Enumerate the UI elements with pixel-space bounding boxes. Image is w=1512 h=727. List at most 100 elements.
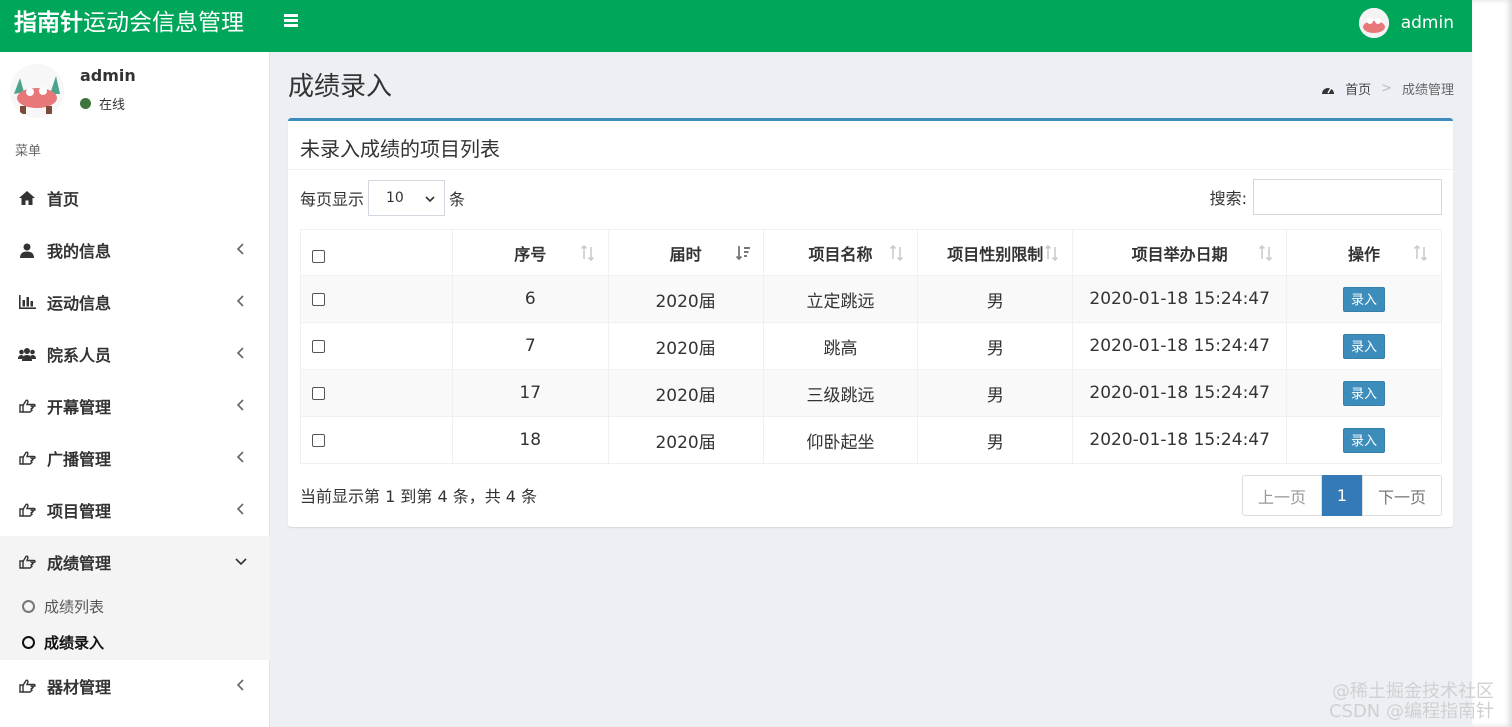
cell-session: 2020届 [607,275,764,323]
header-id[interactable]: 序号 [451,229,609,276]
breadcrumb-home[interactable]: 首页 [1345,79,1371,98]
row-checkbox[interactable] [312,293,325,306]
project-table: 序号 届时 项目名称 项目性别限制 项目举办日期 操作 6 2020届 立定跳远… [300,229,1442,464]
sidebar-subitem-score-list[interactable]: 成绩列表 [0,588,270,624]
sidebar-item-label: 首页 [47,190,80,209]
entry-button[interactable]: 录入 [1343,427,1386,453]
sidebar-item-equipment-management[interactable]: 器材管理 [0,660,270,712]
search-control: 搜索: [1210,179,1442,215]
sidebar-item-broadcast-management[interactable]: 广播管理 [0,432,270,484]
sidebar-item-label: 器材管理 [47,678,112,697]
sidebar-subitem-label: 成绩录入 [44,633,105,652]
breadcrumb-current: 成绩管理 [1401,83,1454,98]
right-gutter [1472,0,1512,727]
list-box: 未录入成绩的项目列表 每页显示 10 条 搜索: 序号 届时 项目名称 项目性别… [288,118,1453,527]
chevron-left-icon [236,451,244,463]
table-row: 17 2020届 三级跳远 男 2020-01-18 15:24:47 录入 [300,369,1442,417]
page-length-select[interactable]: 10 [368,180,446,216]
avatar [1358,8,1389,38]
header-date[interactable]: 项目举办日期 [1072,229,1288,276]
prev-page-button[interactable]: 上一页 [1242,475,1322,516]
hand-point-icon [18,678,36,694]
chevron-left-icon [236,243,244,255]
search-input[interactable] [1253,179,1442,215]
sidebar-item-label: 我的信息 [47,242,112,261]
sort-icon [1259,244,1273,262]
sidebar-item-label: 院系人员 [47,346,112,365]
next-page-button[interactable]: 下一页 [1362,475,1442,516]
cell-action: 录入 [1286,275,1442,323]
table-row: 7 2020届 跳高 男 2020-01-18 15:24:47 录入 [300,322,1442,370]
row-select [300,322,453,370]
entry-button[interactable]: 录入 [1343,333,1386,359]
sidebar-item-department-staff[interactable]: 院系人员 [0,328,270,380]
cell-gender: 男 [917,416,1074,464]
cell-action: 录入 [1286,416,1442,464]
avatar [10,64,64,118]
sidebar-item-project-management[interactable]: 项目管理 [0,484,270,536]
sort-desc-icon [735,246,750,261]
breadcrumb-separator: > [1381,81,1392,96]
cell-id: 18 [451,416,609,464]
circle-icon [22,635,35,649]
page-title: 成绩录入 [288,72,393,102]
top-navbar: 指南针运动会信息管理 admin [0,0,1472,52]
bar-chart-icon [18,294,36,310]
sort-icon [890,244,904,262]
page-length-suffix: 条 [449,190,466,209]
score-submenu: 成绩列表 成绩录入 [0,588,270,660]
header-project-name[interactable]: 项目名称 [762,229,919,276]
cell-gender: 男 [917,275,1074,323]
cell-project-name: 立定跳远 [762,275,919,323]
cell-id: 6 [451,275,609,323]
menu-toggle-icon[interactable] [284,12,304,32]
cell-project-name: 三级跳远 [762,369,919,417]
cell-date: 2020-01-18 15:24:47 [1072,275,1288,323]
header-gender-limit[interactable]: 项目性别限制 [917,229,1074,276]
sidebar-item-my-info[interactable]: 我的信息 [0,224,270,276]
entry-button[interactable]: 录入 [1343,286,1386,312]
nav-user-name: admin [1400,13,1454,33]
header-action[interactable]: 操作 [1286,229,1442,276]
cell-date: 2020-01-18 15:24:47 [1072,322,1288,370]
sidebar-item-label: 广播管理 [47,450,112,469]
cell-id: 7 [451,322,609,370]
select-all-checkbox[interactable] [312,250,325,263]
page-length-control: 每页显示 10 条 [300,180,465,216]
sidebar-item-score-management[interactable]: 成绩管理 [0,536,270,588]
status-text: 在线 [99,98,126,113]
chevron-left-icon [236,347,244,359]
cell-session: 2020届 [607,322,764,370]
home-icon [18,190,36,206]
cell-gender: 男 [917,322,1074,370]
page-length-value: 10 [386,190,404,206]
header-select-all[interactable] [300,229,453,276]
cell-project-name: 跳高 [762,322,919,370]
entry-button[interactable]: 录入 [1343,380,1386,406]
cell-action: 录入 [1286,322,1442,370]
cell-id: 17 [451,369,609,417]
row-checkbox[interactable] [312,434,325,447]
nav-user-menu[interactable]: admin [1358,6,1454,40]
page-1-button[interactable]: 1 [1322,475,1362,516]
row-checkbox[interactable] [312,340,325,353]
sidebar-item-sports-info[interactable]: 运动信息 [0,276,270,328]
sidebar-subitem-score-entry[interactable]: 成绩录入 [0,624,270,660]
row-checkbox[interactable] [312,387,325,400]
sort-icon [1413,244,1428,262]
row-select [300,275,453,323]
sidebar-subitem-label: 成绩列表 [44,597,105,616]
row-select [300,416,453,464]
header-session[interactable]: 届时 [607,229,764,276]
sidebar-menu: 首页 我的信息 运动信息 院系人员 开幕管理 广播管理 项目管理 成绩管理 成绩… [0,172,270,712]
app-window: 指南针运动会信息管理 admin admin 在线 菜单 首页 我的信息 运动信… [0,0,1472,727]
chevron-left-icon [236,503,244,515]
dashboard-icon [1322,87,1335,94]
sidebar-item-opening-management[interactable]: 开幕管理 [0,380,270,432]
table-row: 18 2020届 仰卧起坐 男 2020-01-18 15:24:47 录入 [300,416,1442,464]
chevron-left-icon [236,399,244,411]
brand-logo[interactable]: 指南针运动会信息管理 [14,0,244,52]
sidebar-item-home[interactable]: 首页 [0,172,270,224]
sort-icon [1045,244,1059,262]
hand-point-icon [18,450,36,466]
